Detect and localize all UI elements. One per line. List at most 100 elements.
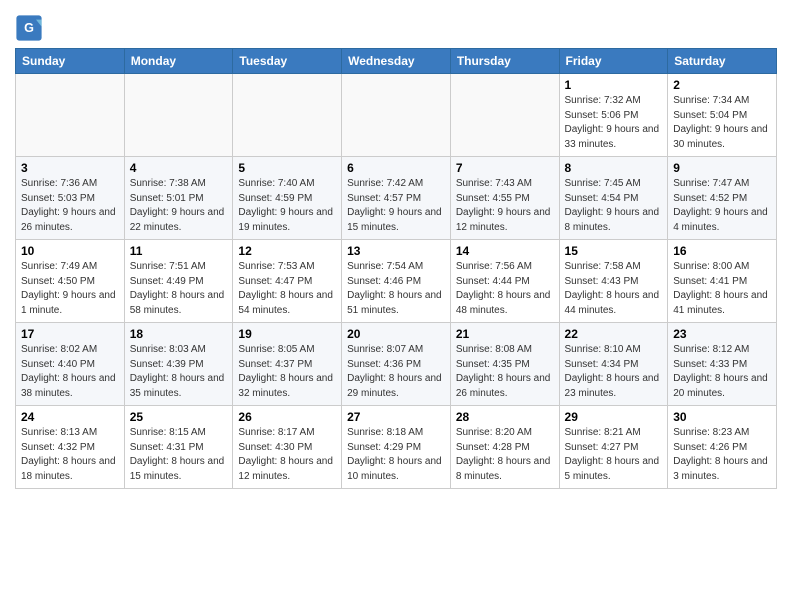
day-detail: Sunrise: 8:18 AM Sunset: 4:29 PM Dayligh…: [347, 426, 445, 484]
day-detail: Sunrise: 7:32 AM Sunset: 5:06 PM Dayligh…: [565, 94, 663, 152]
calendar-cell: 26Sunrise: 8:17 AM Sunset: 4:30 PM Dayli…: [233, 406, 342, 489]
calendar-cell: 25 Sunrise: 8:15 AM Sunset: 4:31 PM Dayli…: [124, 406, 233, 489]
calendar-cell: 6Sunrise: 7:42 AM Sunset: 4:57 PM Daylig…: [342, 157, 451, 240]
calendar-cell: 4 Sunrise: 7:38 AM Sunset: 5:01 PM Daylig…: [124, 157, 233, 240]
day-number: 23: [673, 327, 771, 341]
calendar-cell: 14 Sunrise: 7:56 AM Sunset: 4:44 PM Dayli…: [450, 240, 559, 323]
calendar-cell: 20 Sunrise: 8:07 AM Sunset: 4:36 PM Dayli…: [342, 323, 451, 406]
calendar-cell: 17Sunrise: 8:02 AM Sunset: 4:40 PM Dayli…: [16, 323, 125, 406]
day-detail: Sunrise: 8:17 AM Sunset: 4:30 PM Dayligh…: [238, 426, 336, 484]
day-detail: Sunrise: 7:54 AM Sunset: 4:46 PM Dayligh…: [347, 260, 445, 318]
day-number: 9: [673, 161, 771, 175]
day-number: 13: [347, 244, 445, 258]
calendar-cell: [450, 74, 559, 157]
calendar-cell: 1 Sunrise: 7:32 AM Sunset: 5:06 PM Daylig…: [559, 74, 668, 157]
calendar-cell: 11 Sunrise: 7:51 AM Sunset: 4:49 PM Dayli…: [124, 240, 233, 323]
day-detail: Sunrise: 7:43 AM Sunset: 4:55 PM Dayligh…: [456, 177, 554, 235]
day-detail: Sunrise: 7:51 AM Sunset: 4:49 PM Dayligh…: [130, 260, 228, 318]
calendar-row: 10 Sunrise: 7:49 AM Sunset: 4:50 PM Dayli…: [16, 240, 777, 323]
day-detail: Sunrise: 8:05 AM Sunset: 4:37 PM Dayligh…: [238, 343, 336, 401]
logo-icon: G: [15, 14, 43, 42]
calendar-cell: 12 Sunrise: 7:53 AM Sunset: 4:47 PM Dayli…: [233, 240, 342, 323]
calendar-cell: [124, 74, 233, 157]
day-detail: Sunrise: 7:40 AM Sunset: 4:59 PM Dayligh…: [238, 177, 336, 235]
day-detail: Sunrise: 8:10 AM Sunset: 4:34 PM Dayligh…: [565, 343, 663, 401]
day-detail: Sunrise: 7:58 AM Sunset: 4:43 PM Dayligh…: [565, 260, 663, 318]
day-number: 25: [130, 410, 228, 424]
day-detail: Sunrise: 8:15 AM Sunset: 4:31 PM Dayligh…: [130, 426, 228, 484]
calendar-cell: [233, 74, 342, 157]
calendar-cell: 23Sunrise: 8:12 AM Sunset: 4:33 PM Dayli…: [668, 323, 777, 406]
day-number: 1: [565, 78, 663, 92]
page-header: G: [15, 10, 777, 42]
calendar-cell: 19 Sunrise: 8:05 AM Sunset: 4:37 PM Dayli…: [233, 323, 342, 406]
day-detail: Sunrise: 7:53 AM Sunset: 4:47 PM Dayligh…: [238, 260, 336, 318]
day-number: 18: [130, 327, 228, 341]
day-detail: Sunrise: 8:23 AM Sunset: 4:26 PM Dayligh…: [673, 426, 771, 484]
weekday-header: Sunday: [16, 49, 125, 74]
day-number: 8: [565, 161, 663, 175]
calendar-cell: [16, 74, 125, 157]
calendar-cell: 28Sunrise: 8:20 AM Sunset: 4:28 PM Dayli…: [450, 406, 559, 489]
day-detail: Sunrise: 8:13 AM Sunset: 4:32 PM Dayligh…: [21, 426, 119, 484]
weekday-header: Friday: [559, 49, 668, 74]
calendar-cell: [342, 74, 451, 157]
calendar-cell: 24 Sunrise: 8:13 AM Sunset: 4:32 PM Dayli…: [16, 406, 125, 489]
day-detail: Sunrise: 7:42 AM Sunset: 4:57 PM Dayligh…: [347, 177, 445, 235]
calendar-cell: 27 Sunrise: 8:18 AM Sunset: 4:29 PM Dayli…: [342, 406, 451, 489]
day-number: 30: [673, 410, 771, 424]
day-number: 15: [565, 244, 663, 258]
day-detail: Sunrise: 7:47 AM Sunset: 4:52 PM Dayligh…: [673, 177, 771, 235]
weekday-header: Thursday: [450, 49, 559, 74]
calendar-cell: 3Sunrise: 7:36 AM Sunset: 5:03 PM Daylig…: [16, 157, 125, 240]
calendar-cell: 22Sunrise: 8:10 AM Sunset: 4:34 PM Dayli…: [559, 323, 668, 406]
day-number: 24: [21, 410, 119, 424]
svg-text:G: G: [24, 21, 34, 35]
day-number: 12: [238, 244, 336, 258]
day-number: 28: [456, 410, 554, 424]
day-number: 21: [456, 327, 554, 341]
day-number: 11: [130, 244, 228, 258]
calendar-cell: 13 Sunrise: 7:54 AM Sunset: 4:46 PM Dayli…: [342, 240, 451, 323]
day-number: 10: [21, 244, 119, 258]
calendar-cell: 21Sunrise: 8:08 AM Sunset: 4:35 PM Dayli…: [450, 323, 559, 406]
calendar-cell: 15 Sunrise: 7:58 AM Sunset: 4:43 PM Dayli…: [559, 240, 668, 323]
day-number: 2: [673, 78, 771, 92]
calendar-row: 24 Sunrise: 8:13 AM Sunset: 4:32 PM Dayli…: [16, 406, 777, 489]
calendar-cell: 10 Sunrise: 7:49 AM Sunset: 4:50 PM Dayli…: [16, 240, 125, 323]
day-detail: Sunrise: 7:34 AM Sunset: 5:04 PM Dayligh…: [673, 94, 771, 152]
calendar-cell: 30 Sunrise: 8:23 AM Sunset: 4:26 PM Dayli…: [668, 406, 777, 489]
day-detail: Sunrise: 7:45 AM Sunset: 4:54 PM Dayligh…: [565, 177, 663, 235]
day-detail: Sunrise: 7:38 AM Sunset: 5:01 PM Dayligh…: [130, 177, 228, 235]
calendar-cell: 18Sunrise: 8:03 AM Sunset: 4:39 PM Dayli…: [124, 323, 233, 406]
calendar-cell: 8 Sunrise: 7:45 AM Sunset: 4:54 PM Daylig…: [559, 157, 668, 240]
day-detail: Sunrise: 7:56 AM Sunset: 4:44 PM Dayligh…: [456, 260, 554, 318]
calendar-row: 3Sunrise: 7:36 AM Sunset: 5:03 PM Daylig…: [16, 157, 777, 240]
day-detail: Sunrise: 7:49 AM Sunset: 4:50 PM Dayligh…: [21, 260, 119, 318]
day-number: 27: [347, 410, 445, 424]
day-detail: Sunrise: 8:21 AM Sunset: 4:27 PM Dayligh…: [565, 426, 663, 484]
logo: G: [15, 14, 45, 42]
day-number: 29: [565, 410, 663, 424]
day-detail: Sunrise: 8:02 AM Sunset: 4:40 PM Dayligh…: [21, 343, 119, 401]
day-number: 5: [238, 161, 336, 175]
day-detail: Sunrise: 7:36 AM Sunset: 5:03 PM Dayligh…: [21, 177, 119, 235]
day-number: 14: [456, 244, 554, 258]
weekday-header: Monday: [124, 49, 233, 74]
day-number: 4: [130, 161, 228, 175]
day-number: 19: [238, 327, 336, 341]
calendar-cell: 2 Sunrise: 7:34 AM Sunset: 5:04 PM Daylig…: [668, 74, 777, 157]
weekday-header: Saturday: [668, 49, 777, 74]
calendar-cell: 7 Sunrise: 7:43 AM Sunset: 4:55 PM Daylig…: [450, 157, 559, 240]
calendar-cell: 16Sunrise: 8:00 AM Sunset: 4:41 PM Dayli…: [668, 240, 777, 323]
day-number: 7: [456, 161, 554, 175]
day-detail: Sunrise: 8:07 AM Sunset: 4:36 PM Dayligh…: [347, 343, 445, 401]
calendar-body: 1 Sunrise: 7:32 AM Sunset: 5:06 PM Daylig…: [16, 74, 777, 489]
day-detail: Sunrise: 8:00 AM Sunset: 4:41 PM Dayligh…: [673, 260, 771, 318]
weekday-header: Tuesday: [233, 49, 342, 74]
weekday-header: Wednesday: [342, 49, 451, 74]
day-number: 20: [347, 327, 445, 341]
calendar-row: 1 Sunrise: 7:32 AM Sunset: 5:06 PM Daylig…: [16, 74, 777, 157]
calendar-header: SundayMondayTuesdayWednesdayThursdayFrid…: [16, 49, 777, 74]
calendar-row: 17Sunrise: 8:02 AM Sunset: 4:40 PM Dayli…: [16, 323, 777, 406]
